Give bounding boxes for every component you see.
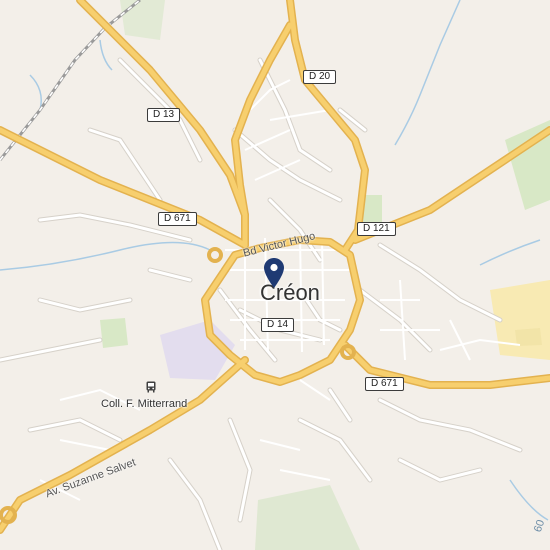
road-shield-d121: D 121 xyxy=(357,222,396,236)
road-shield-d671-east: D 671 xyxy=(365,377,404,391)
stream xyxy=(394,0,461,146)
stream xyxy=(509,479,549,521)
bus-stop-icon[interactable] xyxy=(146,381,156,393)
road-shield-d20: D 20 xyxy=(303,70,337,84)
roundabout xyxy=(207,247,223,263)
stream xyxy=(0,241,211,271)
park-area xyxy=(255,485,360,550)
stream xyxy=(99,39,113,71)
location-pin-icon[interactable] xyxy=(264,258,284,288)
road-shield-d14: D 14 xyxy=(261,318,295,332)
industrial-area xyxy=(515,328,542,346)
railway xyxy=(0,0,141,161)
stream xyxy=(479,239,541,266)
stream xyxy=(29,74,42,111)
park-area xyxy=(100,318,128,348)
school-label[interactable]: Coll. F. Mitterrand xyxy=(101,398,187,410)
park-area xyxy=(120,0,165,40)
map-canvas[interactable]: D 13 D 20 D 671 D 121 D 14 D 671 Bd Vict… xyxy=(0,0,550,550)
road-shield-d671-west: D 671 xyxy=(158,212,197,226)
road-shield-d13: D 13 xyxy=(147,108,181,122)
